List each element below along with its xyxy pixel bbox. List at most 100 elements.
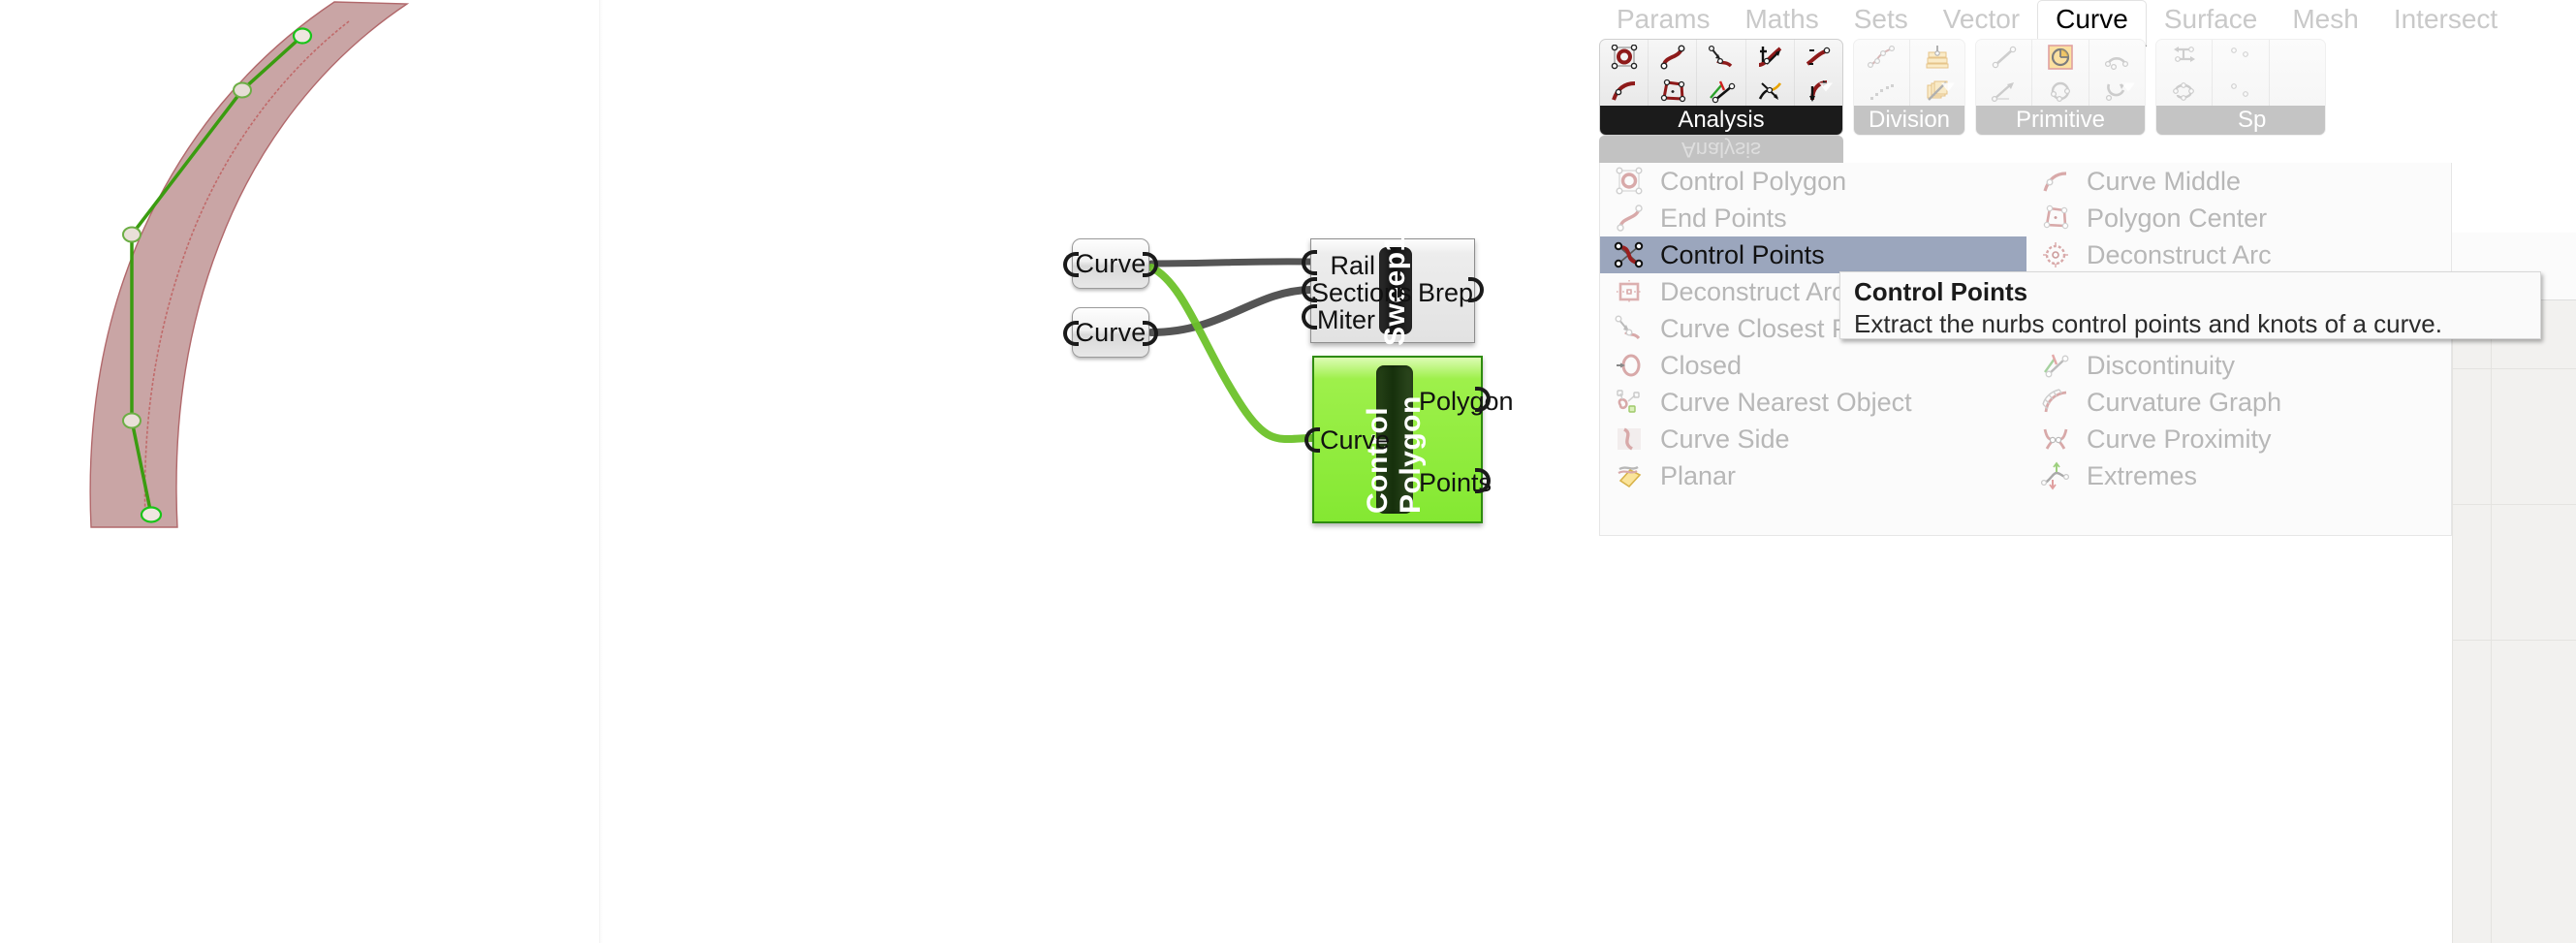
- menu-item-label: Curve Nearest Object: [1660, 387, 1912, 417]
- ribbon-group-label-primitive: Primitive: [1976, 106, 2145, 135]
- input-label-curve: Curve: [1320, 425, 1391, 455]
- menu-item-control-points[interactable]: Control Points: [1600, 236, 2026, 273]
- icon-discontinuity[interactable]: [1705, 77, 1738, 106]
- deconstruct-icon: [1608, 275, 1650, 308]
- icon-spline-d[interactable]: [2280, 77, 2313, 106]
- icon-line-sdl[interactable]: [1988, 77, 2021, 106]
- ribbon-expand-arrow-icon[interactable]: [2121, 82, 2135, 92]
- curve-proximity-icon: [2034, 423, 2077, 456]
- icon-divide-curve[interactable]: [1865, 43, 1898, 72]
- tooltip-title: Control Points: [1854, 277, 2028, 306]
- icon-circle-highlighted[interactable]: [2044, 43, 2077, 72]
- menu-item-label: Deconstruct Arc: [2087, 239, 2272, 269]
- ribbon-group-analysis[interactable]: Analysis: [1599, 39, 1843, 136]
- viewport-geometry: [89, 1, 410, 528]
- polygon-center-icon: [2034, 202, 2077, 235]
- ribbon-reflection: Analysis: [1599, 136, 1843, 163]
- grasshopper-canvas[interactable]: Curve Curve Sweep1 Rail Sections Miter B…: [603, 0, 1599, 943]
- param-curve-1[interactable]: Curve: [1063, 238, 1158, 289]
- output-label-brep: Brep: [1418, 278, 1474, 307]
- ribbon-groups: Analysis Division Primitive Sp: [1599, 39, 2576, 136]
- menu-item-label: Deconstruct Arc: [1660, 276, 1845, 306]
- icon-extremes[interactable]: [1802, 43, 1835, 72]
- ribbon-tab-bar[interactable]: Params Maths Sets Vector Curve Surface M…: [1599, 0, 2576, 47]
- menu-item-label: Polygon Center: [2087, 203, 2268, 233]
- rhino-3d-viewport[interactable]: [0, 0, 601, 943]
- icon-curve-closest-point[interactable]: [1705, 43, 1738, 72]
- menu-item-label: Curve Side: [1660, 424, 1790, 454]
- curve-middle-icon: [2034, 165, 2077, 198]
- menu-item-discontinuity[interactable]: Discontinuity: [2026, 347, 2443, 384]
- closed-icon: [1608, 349, 1650, 382]
- icon-spline-c[interactable]: [2280, 43, 2313, 72]
- curve-nearest-object-icon: [1608, 386, 1650, 419]
- menu-item-curvature-graph[interactable]: Curvature Graph: [2026, 384, 2443, 421]
- icon-nurbs-curve[interactable]: [2168, 77, 2201, 106]
- component-sweep1[interactable]: Sweep1 Rail Sections Miter Brep: [1302, 236, 1484, 346]
- ribbon-group-primitive[interactable]: Primitive: [1975, 39, 2146, 136]
- menu-item-label: Control Polygon: [1660, 166, 1847, 196]
- curve-closest-point-icon: [1608, 312, 1650, 345]
- ribbon-group-division[interactable]: Division: [1853, 39, 1965, 136]
- flyout-left-column: Control Polygon End Points Control Point…: [1600, 163, 2026, 535]
- component-control-polygon[interactable]: Control Polygon Curve Polygon Points: [1304, 356, 1514, 523]
- tooltip-body: Extract the nurbs control points and kno…: [1854, 309, 2442, 338]
- input-label-rail: Rail: [1330, 251, 1375, 280]
- control-points-icon: [1608, 238, 1650, 271]
- ribbon-group-label-analysis: Analysis: [1600, 106, 1842, 135]
- menu-item-curve-nearest-object[interactable]: Curve Nearest Object: [1600, 384, 2026, 421]
- wire-curve1-rail: [1147, 258, 1314, 267]
- icon-interpolate[interactable]: [2168, 43, 2201, 72]
- menu-item-end-points[interactable]: End Points: [1600, 200, 2026, 236]
- menu-item-label: Curve Middle: [2087, 166, 2242, 196]
- end-points-icon: [1608, 202, 1650, 235]
- ribbon-group-label-spline: Sp: [2156, 106, 2325, 135]
- menu-item-deconstruct-arc[interactable]: Deconstruct Arc: [2026, 236, 2443, 273]
- param-label: Curve: [1075, 248, 1147, 278]
- icon-curvature[interactable]: [1753, 77, 1786, 106]
- icon-polygon-center[interactable]: [1656, 77, 1689, 106]
- icon-control-polygon[interactable]: [1608, 43, 1641, 72]
- menu-item-curve-middle[interactable]: Curve Middle: [2026, 163, 2443, 200]
- ribbon-group-label-division: Division: [1854, 106, 1964, 135]
- menu-item-label: Closed: [1660, 350, 1743, 380]
- menu-item-label: Discontinuity: [2087, 350, 2236, 380]
- curvature-graph-icon: [2034, 386, 2077, 419]
- icon-arc[interactable]: [2100, 43, 2133, 72]
- menu-item-curve-side[interactable]: Curve Side: [1600, 421, 2026, 457]
- icon-curve-tangent[interactable]: [1753, 43, 1786, 72]
- menu-item-label: Curve Proximity: [2087, 424, 2272, 454]
- icon-spline-a[interactable]: [2224, 43, 2257, 72]
- menu-item-label: Control Points: [1660, 239, 1825, 269]
- menu-item-closed[interactable]: Closed: [1600, 347, 2026, 384]
- curve-side-icon: [1608, 423, 1650, 456]
- application-window: Curve Curve Sweep1 Rail Sections Miter B…: [0, 0, 2576, 943]
- icon-divide-distance[interactable]: [1865, 77, 1898, 106]
- planar-icon: [1608, 459, 1650, 492]
- menu-item-curve-proximity[interactable]: Curve Proximity: [2026, 421, 2443, 457]
- icon-circle-3pt[interactable]: [2044, 77, 2077, 106]
- icon-line[interactable]: [1988, 43, 2021, 72]
- icon-end-points[interactable]: [1656, 43, 1689, 72]
- deconstruct-arc-icon: [2034, 238, 2077, 271]
- ribbon-group-spline[interactable]: Sp: [2155, 39, 2326, 136]
- menu-item-planar[interactable]: Planar: [1600, 457, 2026, 494]
- param-curve-2[interactable]: Curve: [1063, 307, 1158, 358]
- analysis-flyout[interactable]: Control Polygon End Points Control Point…: [1599, 163, 2452, 536]
- icon-curve-middle[interactable]: [1608, 77, 1641, 106]
- menu-item-polygon-center[interactable]: Polygon Center: [2026, 200, 2443, 236]
- discontinuity-icon: [2034, 349, 2077, 382]
- menu-item-control-polygon[interactable]: Control Polygon: [1600, 163, 2026, 200]
- menu-item-extremes[interactable]: Extremes: [2026, 457, 2443, 494]
- ribbon-expand-arrow-icon[interactable]: [1941, 82, 1955, 92]
- menu-item-label: Extremes: [2087, 460, 2198, 490]
- wire-curve2-sections: [1147, 286, 1314, 336]
- menu-item-label: Curvature Graph: [2087, 387, 2282, 417]
- extremes-icon: [2034, 459, 2077, 492]
- icon-spline-b[interactable]: [2224, 77, 2257, 106]
- tooltip: Control Points Extract the nurbs control…: [1839, 271, 2541, 339]
- grasshopper-ribbon: Params Maths Sets Vector Curve Surface M…: [1599, 0, 2576, 943]
- menu-item-label: Planar: [1660, 460, 1737, 490]
- ribbon-expand-arrow-icon[interactable]: [1819, 82, 1833, 92]
- icon-contour[interactable]: [1921, 43, 1954, 72]
